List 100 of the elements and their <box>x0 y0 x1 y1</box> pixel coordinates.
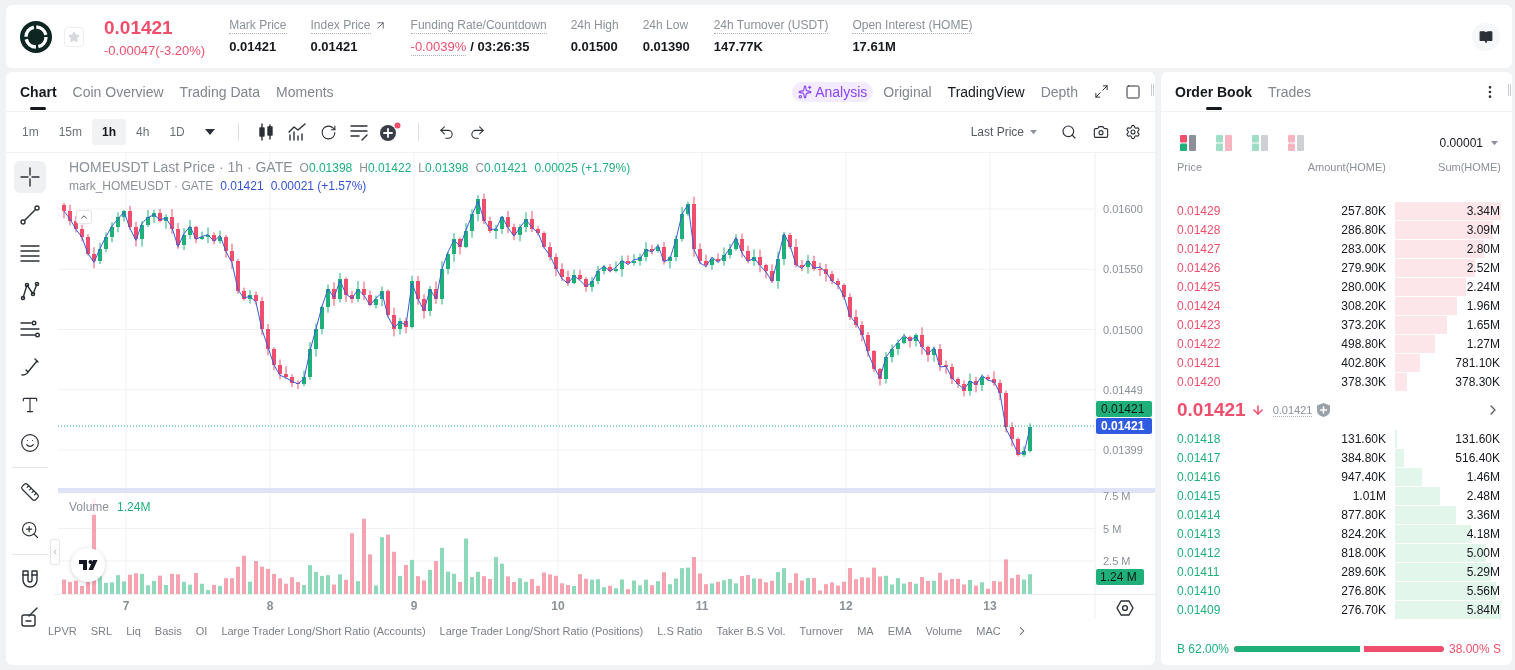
list-pencil-icon[interactable] <box>350 123 369 141</box>
column-header: Price <box>1177 161 1204 173</box>
indicator-chart-icon[interactable] <box>288 123 307 141</box>
indicator-button[interactable]: MA <box>857 625 874 637</box>
depth-bar <box>1395 296 1458 315</box>
ask-price: 0.01423 <box>1177 317 1222 332</box>
smiley-icon[interactable] <box>20 433 40 453</box>
bid-sum: 2.48M <box>1466 488 1501 503</box>
indicator-button[interactable]: Liq <box>126 625 141 637</box>
bid-price: 0.01414 <box>1177 507 1222 522</box>
interval-button[interactable]: 1m <box>12 119 49 145</box>
interval-button[interactable]: 4h <box>126 119 160 145</box>
shield-plus-icon[interactable] <box>1317 403 1331 417</box>
drag-handle-icon[interactable] <box>1151 84 1154 96</box>
indicator-button[interactable]: Taker B.S Vol. <box>716 625 786 637</box>
bid-price: 0.01413 <box>1177 526 1222 541</box>
expand-icon[interactable] <box>1094 84 1109 99</box>
horizontal-lines-icon[interactable] <box>20 243 40 263</box>
chart-tab[interactable]: Coin Overview <box>72 71 164 112</box>
drawing-tool-button[interactable] <box>14 161 46 193</box>
bid-sum: 131.60K <box>1455 431 1501 446</box>
candles-icon[interactable] <box>257 123 276 141</box>
ruler-icon[interactable] <box>20 482 40 502</box>
stat-label: 24h Low <box>642 17 689 34</box>
settings-icon[interactable] <box>1116 600 1134 616</box>
indicator-button[interactable]: Turnover <box>799 625 844 637</box>
bid-price: 0.01415 <box>1177 488 1222 503</box>
crosshair-icon[interactable] <box>20 167 40 187</box>
bid-amount: 947.40K <box>1340 469 1386 484</box>
indicator-button[interactable]: Volume <box>925 625 963 637</box>
indicator-button[interactable]: Large Trader Long/Short Ratio (Positions) <box>439 625 644 637</box>
undo-icon[interactable] <box>437 123 455 141</box>
plus-circle-icon[interactable] <box>379 122 402 142</box>
chart-tab[interactable]: Moments <box>276 71 334 112</box>
bid-amount: 276.70K <box>1340 602 1386 617</box>
ask-sum: 2.80M <box>1466 241 1501 256</box>
ask-sum: 3.34M <box>1466 203 1501 218</box>
indicator-button[interactable]: L.S Ratio <box>657 625 703 637</box>
depth-bar <box>1395 505 1456 524</box>
price-source-dropdown[interactable]: Last Price <box>970 125 1037 139</box>
view-tab[interactable]: TradingView <box>947 83 1025 100</box>
stat-value: 0.01421 <box>310 38 358 56</box>
analysis-button[interactable]: Analysis <box>792 81 874 102</box>
collapse-legend-button[interactable] <box>76 210 92 224</box>
ask-amount: 402.80K <box>1340 355 1386 370</box>
precision-dropdown[interactable]: 0.00001 <box>1439 136 1498 150</box>
indicator-button[interactable]: MAC <box>976 625 1001 637</box>
ask-amount: 308.20K <box>1340 298 1386 313</box>
diagonal-line-icon[interactable] <box>20 205 40 225</box>
stat-label: Index Price <box>310 17 371 34</box>
sell-ratio-label: 38.00% S <box>1448 642 1501 656</box>
brush-icon[interactable] <box>20 357 40 377</box>
price-axis-label: 0.01449 <box>1103 383 1143 396</box>
camera-icon[interactable] <box>1093 124 1109 140</box>
view-tab[interactable]: Depth <box>1040 83 1078 100</box>
interval-button[interactable]: 15m <box>48 119 92 145</box>
indicator-button[interactable]: Basis <box>154 625 182 637</box>
ask-sum: 1.65M <box>1466 317 1501 332</box>
indicator-button[interactable]: EMA <box>887 625 912 637</box>
ohlc-value: L0.01398 <box>418 161 469 175</box>
indicator-button[interactable]: OI <box>195 625 208 637</box>
guide-button[interactable] <box>1472 22 1500 51</box>
bid-sum: 3.36M <box>1466 507 1501 522</box>
caret-down-icon <box>1030 129 1037 135</box>
book-layout-icon[interactable] <box>1180 135 1196 151</box>
collapse-handle[interactable] <box>50 539 60 565</box>
price-axis-label: 0.01600 <box>1103 203 1143 215</box>
refresh-icon[interactable] <box>319 123 337 141</box>
bid-price: 0.01418 <box>1177 431 1222 446</box>
drag-handle-icon[interactable] <box>1508 84 1511 96</box>
text-tool-icon[interactable] <box>20 395 40 415</box>
indicator-button[interactable]: Large Trader Long/Short Ratio (Accounts) <box>221 625 426 637</box>
ask-price: 0.01427 <box>1177 241 1222 256</box>
legend-change: 0.00025 (+1.79%) <box>534 161 631 175</box>
indicator-button[interactable]: SRL <box>90 625 113 637</box>
order-book-tab[interactable]: Order Book <box>1175 71 1252 112</box>
indicator-button[interactable]: LPVR <box>48 625 77 637</box>
node-path-icon[interactable] <box>20 281 40 301</box>
channel-lines-icon[interactable] <box>20 319 40 339</box>
stat-value: 17.61M <box>852 38 896 56</box>
zoom-in-icon[interactable] <box>20 520 40 540</box>
time-axis-label: 11 <box>695 599 709 613</box>
magnet-icon[interactable] <box>20 569 40 589</box>
view-tab[interactable]: Original <box>883 83 932 100</box>
chart-tab[interactable]: Trading Data <box>179 71 260 112</box>
ask-amount: 498.80K <box>1340 336 1386 351</box>
square-icon[interactable] <box>1125 83 1141 100</box>
caret-down-icon[interactable] <box>205 129 216 135</box>
bid-sum: 1.46M <box>1466 469 1501 484</box>
search-icon[interactable] <box>1061 124 1077 140</box>
redo-icon[interactable] <box>468 123 486 141</box>
interval-button[interactable]: 1D <box>159 119 195 145</box>
settings-icon[interactable] <box>1125 124 1141 140</box>
bid-sum: 5.00M <box>1466 545 1501 560</box>
interval-button[interactable]: 1h <box>92 119 127 145</box>
order-book-tab[interactable]: Trades <box>1268 71 1312 112</box>
bid-sum: 516.40K <box>1455 450 1501 465</box>
pencil-box-icon[interactable] <box>20 607 40 627</box>
chart-tab[interactable]: Chart <box>20 71 57 112</box>
chart-logo-icon[interactable] <box>71 548 105 582</box>
